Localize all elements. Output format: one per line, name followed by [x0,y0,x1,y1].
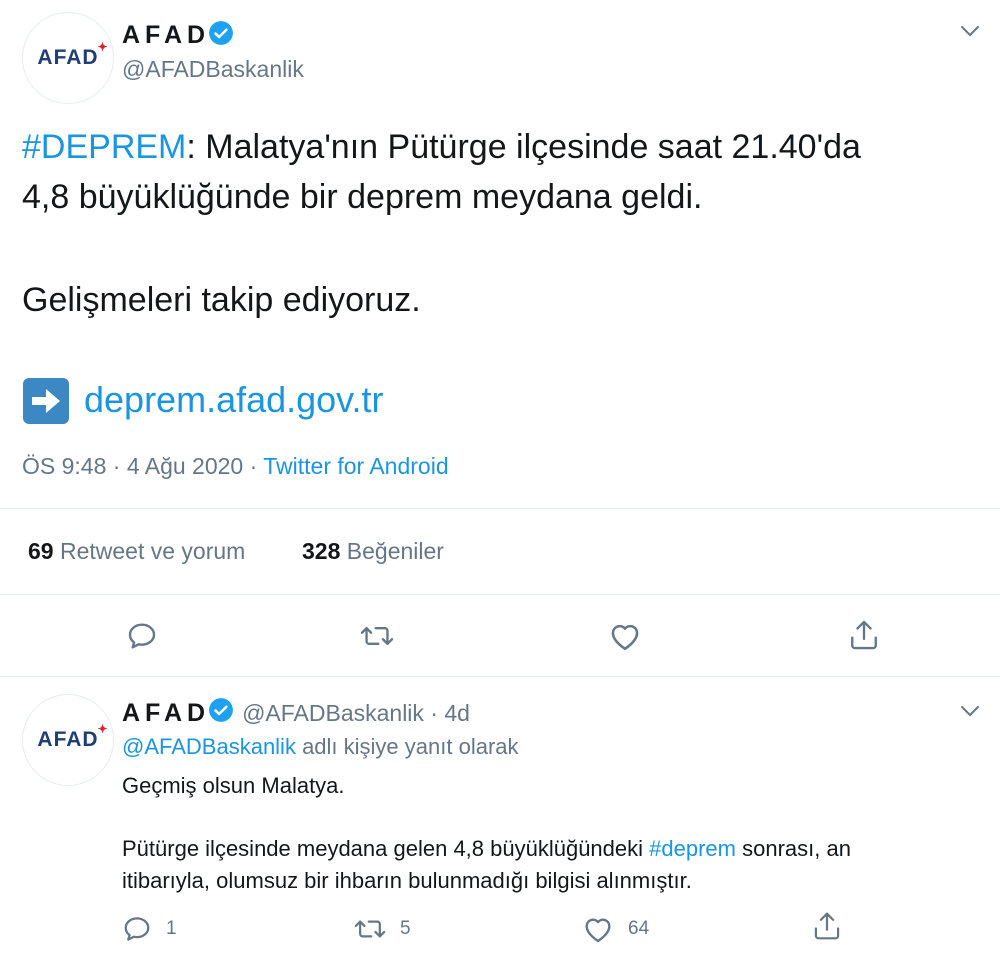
avatar[interactable]: AFAD ✦ [22,694,114,786]
replying-to: @AFADBaskanlik adlı kişiye yanıt olarak [122,734,519,760]
likes-stat[interactable]: 328 Beğeniler [302,538,444,565]
retweet-action[interactable]: 5 [354,914,411,944]
verified-badge-icon [208,697,234,729]
reply-text-paragraph2: Pütürge ilçesinde meydana gelen 4,8 büyü… [122,833,992,897]
afad-logo: AFAD ✦ [37,40,109,69]
divider [0,676,1000,677]
retweets-count: 69 [28,538,54,564]
share-icon[interactable] [848,618,880,652]
share-icon[interactable] [812,910,842,942]
display-name[interactable]: AFAD [122,21,210,50]
tweet-text-paragraph2: Gelişmeleri takip ediyoruz. [22,281,421,319]
tweet-meta: ÖS 9:48 · 4 Ağu 2020 · Twitter for Andro… [22,453,449,480]
reply-text-part2: sonrası, an [735,836,851,861]
avatar[interactable]: AFAD ✦ [22,12,114,104]
reply-text-line1: Geçmiş olsun Malatya. [122,773,345,798]
reply-text-part1: Pütürge ilçesinde meydana gelen 4,8 büyü… [122,836,650,861]
retweet-icon[interactable] [360,620,394,652]
reply-icon[interactable] [122,914,152,944]
arrow-right-emoji-icon [22,377,70,425]
hashtag-link[interactable]: #deprem [649,836,736,861]
like-action[interactable]: 64 [582,914,649,944]
reply-header-row: AFAD @AFADBaskanlik · 4d [122,697,470,729]
retweet-icon[interactable] [354,914,386,944]
reply-action[interactable]: 1 [122,914,177,944]
handle-and-time[interactable]: @AFADBaskanlik · 4d [242,700,470,727]
divider [0,508,1000,509]
tweet-text-line2: 4,8 büyüklüğünde bir deprem meydana geld… [22,178,703,216]
afad-logo: AFAD ✦ [37,722,109,751]
divider [0,594,1000,595]
chevron-down-icon[interactable] [958,702,982,720]
reply-count: 1 [166,918,177,939]
tweet-text-line1: : Malatya'nın Pütürge ilçesinde saat 21.… [186,128,861,166]
display-name-row[interactable]: AFAD [122,20,234,51]
retweets-label: Retweet ve yorum [53,538,246,564]
tweet-text: #DEPREM: Malatya'nın Pütürge ilçesinde s… [22,122,982,222]
like-icon[interactable] [608,620,642,652]
like-icon[interactable] [582,914,614,944]
replying-to-label: adlı kişiye yanıt olarak [295,734,519,759]
handle[interactable]: @AFADBaskanlik [122,56,304,83]
source-link[interactable]: Twitter for Android [263,453,448,479]
chevron-down-icon[interactable] [958,22,982,40]
like-count: 64 [628,918,650,939]
timestamp[interactable]: ÖS 9:48 · 4 Ağu 2020 · [22,453,263,479]
replying-to-handle[interactable]: @AFADBaskanlik [122,734,296,759]
likes-label: Beğeniler [340,538,444,564]
verified-badge-icon [208,20,234,51]
retweets-stat[interactable]: 69 Retweet ve yorum [28,538,245,565]
retweet-count: 5 [400,918,411,939]
display-name[interactable]: AFAD [122,699,210,728]
likes-count: 328 [302,538,341,564]
hashtag-link[interactable]: #DEPREM [22,128,186,166]
external-link[interactable]: deprem.afad.gov.tr [84,379,384,421]
reply-text-line3: itibarıyla, olumsuz bir ihbarın bulunmad… [122,868,692,893]
reply-icon[interactable] [126,620,158,652]
